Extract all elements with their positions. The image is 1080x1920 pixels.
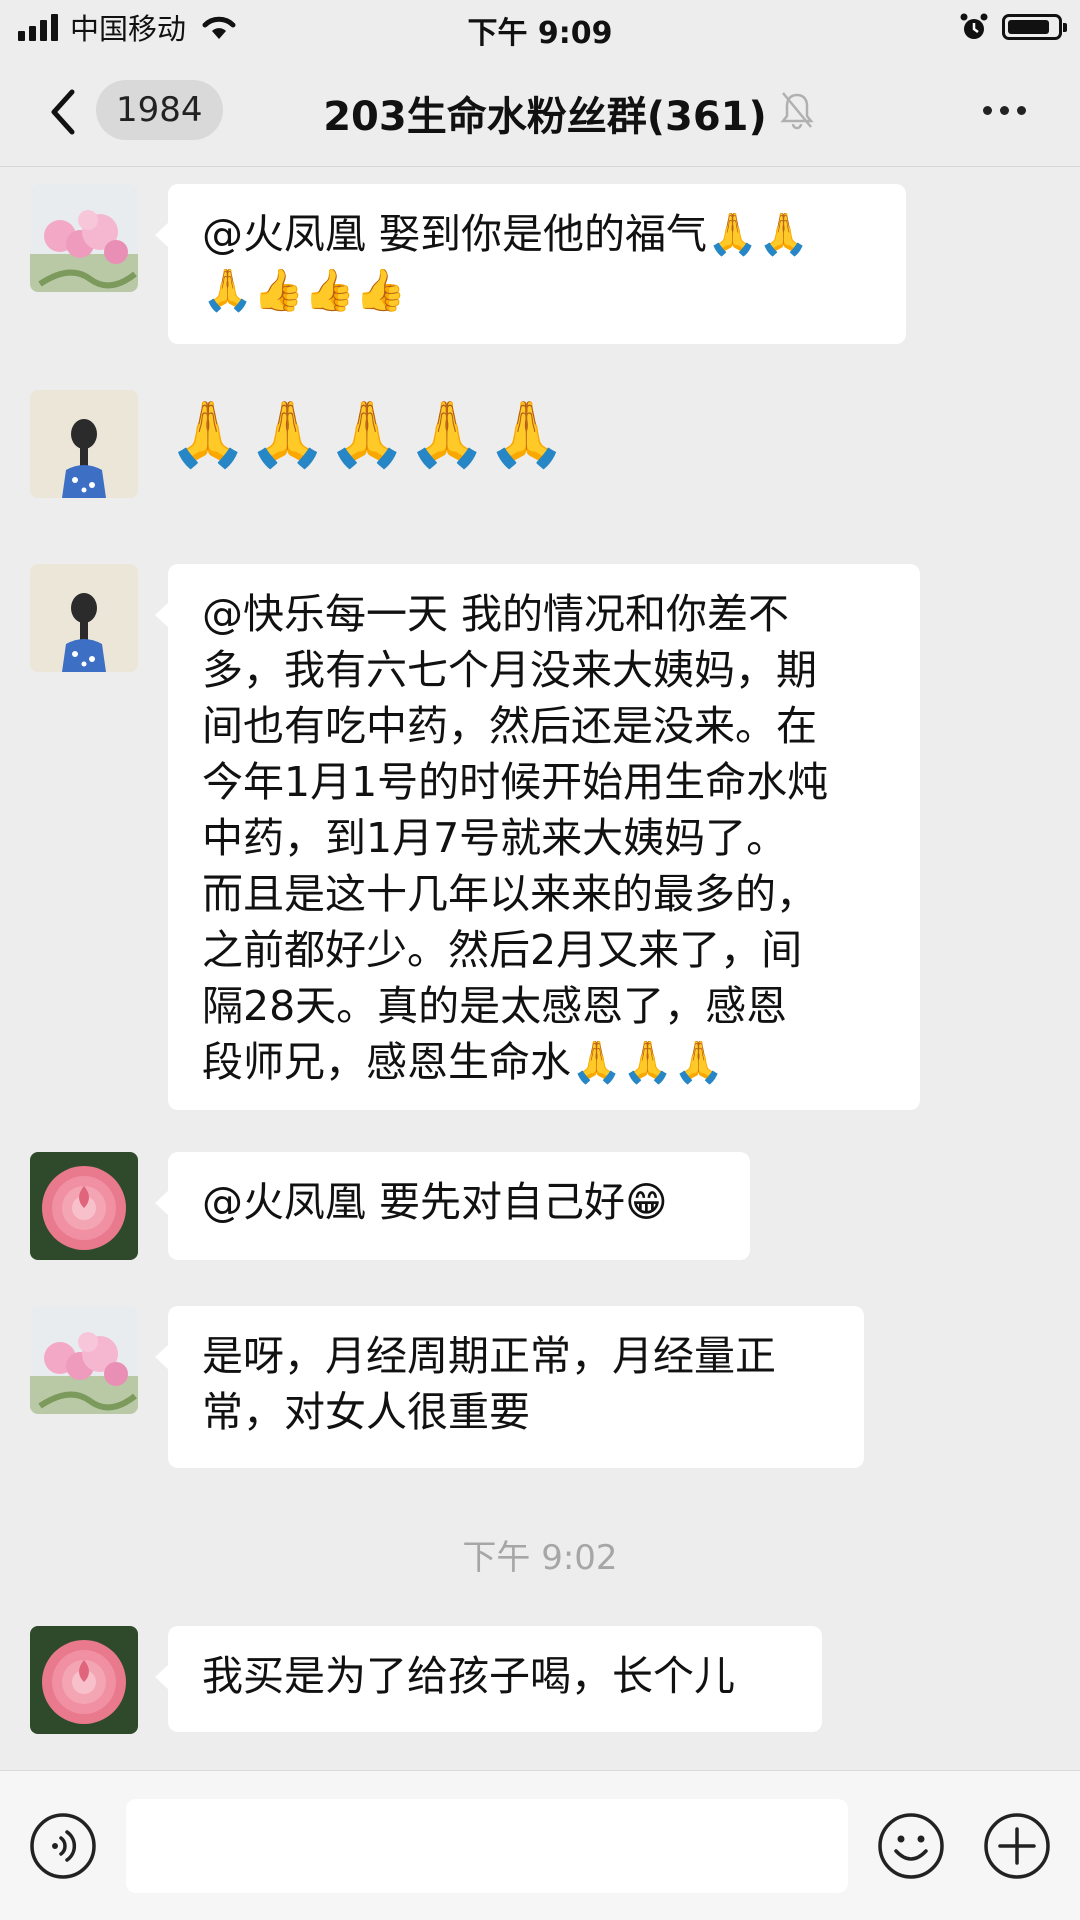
status-time: 下午 9:09: [467, 16, 613, 51]
avatar-camellia[interactable]: [30, 1626, 138, 1734]
battery-icon: [1002, 14, 1067, 40]
more-dots-icon[interactable]: [983, 106, 1026, 115]
plus-icon[interactable]: [982, 1811, 1052, 1881]
avatar-girl-braid[interactable]: [30, 390, 138, 498]
message-bubble[interactable]: @快乐每一天 我的情况和你差不 多，我有六七个月没来大姨妈，期 间也有吃中药，然…: [155, 564, 920, 1110]
alarm-icon: [960, 13, 988, 39]
message-bubble[interactable]: 我买是为了给孩子喝，长个儿: [155, 1626, 822, 1732]
voice-icon[interactable]: [28, 1811, 98, 1881]
bell-muted-icon: [780, 92, 814, 130]
message-bubble[interactable]: 是呀，月经周期正常，月经量正 常，对女人很重要: [155, 1306, 864, 1468]
emoji-message[interactable]: 🙏🙏🙏🙏🙏: [168, 396, 566, 474]
message-list: @火凤凰 娶到你是他的福气🙏🙏 🙏👍👍👍 🙏🙏🙏🙏🙏 @快乐每一天 我的情况和你…: [0, 166, 1080, 1770]
message-input[interactable]: [126, 1799, 848, 1893]
message-bubble[interactable]: @火凤凰 要先对自己好😁: [155, 1152, 750, 1260]
chat-screen: 中国移动 下午 9:09 1984 203生命水粉丝群(361) @火凤凰 娶到…: [0, 0, 1080, 1920]
avatar-pink-flower[interactable]: [30, 1306, 138, 1414]
message-bubble[interactable]: @火凤凰 娶到你是他的福气🙏🙏 🙏👍👍👍: [155, 184, 906, 344]
smiley-icon[interactable]: [876, 1811, 946, 1881]
time-divider: 下午 9:02: [462, 1538, 618, 1578]
status-bar: 中国移动 下午 9:09: [0, 0, 1080, 54]
chat-title[interactable]: 203生命水粉丝群(361): [0, 84, 1080, 142]
avatar-pink-flower[interactable]: [30, 184, 138, 292]
status-right: [960, 10, 1067, 44]
avatar-girl-braid[interactable]: [30, 564, 138, 672]
battery-fill: [1008, 20, 1049, 34]
chat-header: 1984 203生命水粉丝群(361): [0, 54, 1080, 167]
input-bar: [0, 1770, 1080, 1920]
avatar-camellia[interactable]: [30, 1152, 138, 1260]
